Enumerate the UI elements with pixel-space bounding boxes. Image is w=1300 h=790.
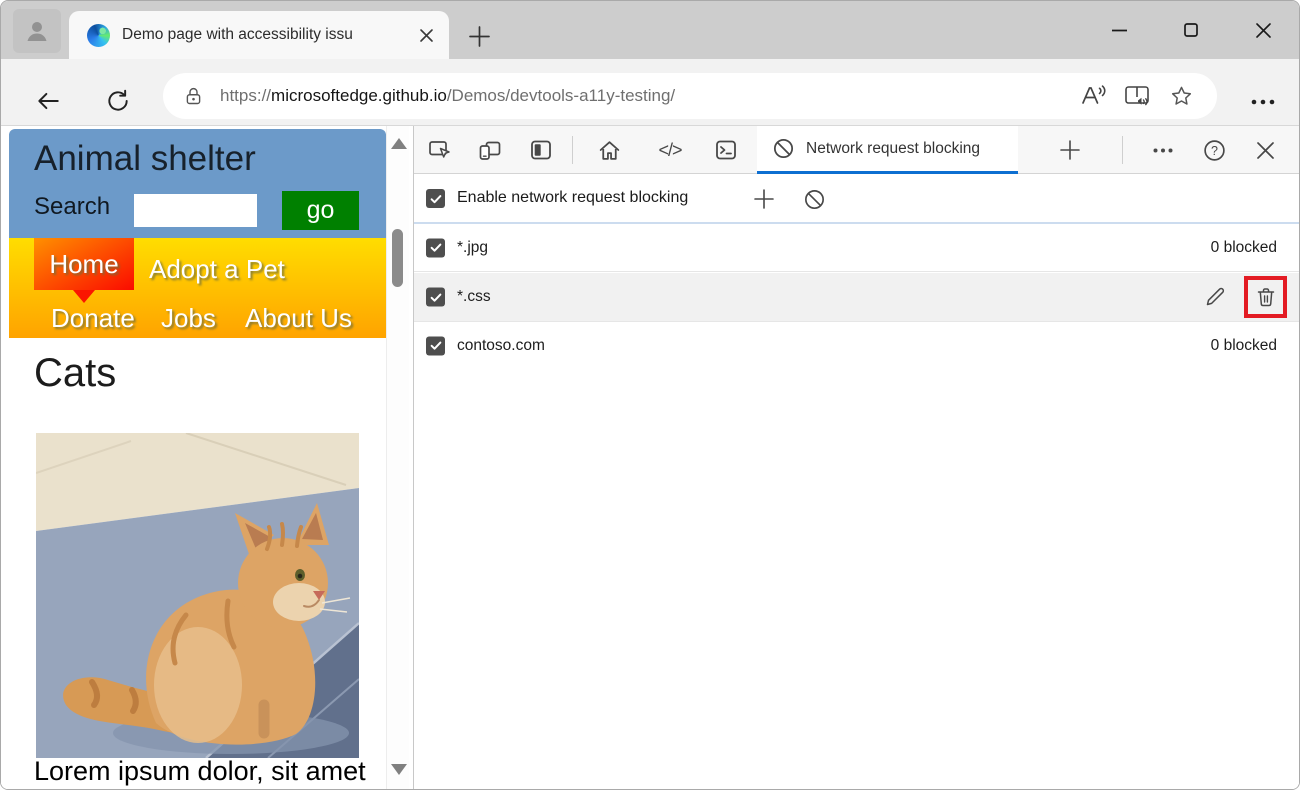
close-devtools-button[interactable] — [1245, 130, 1285, 170]
address-bar[interactable]: https://microsoftedge.github.io/Demos/de… — [163, 73, 1217, 119]
site-nav: Home Adopt a Pet Donate Jobs About Us — [9, 238, 386, 338]
blocked-count: 0 blocked — [1210, 238, 1277, 256]
search-go-button[interactable]: go — [282, 191, 359, 230]
tab-network-request-blocking[interactable]: Network request blocking — [757, 126, 1018, 174]
active-tab-label: Network request blocking — [806, 139, 981, 157]
pattern-text: contoso.com — [457, 336, 545, 354]
pattern-text: *.css — [457, 288, 491, 305]
url-scheme: https:// — [220, 86, 272, 105]
lock-icon[interactable] — [183, 85, 204, 108]
tab-bar: Demo page with accessibility issu — [1, 1, 1299, 59]
scroll-up-icon[interactable] — [391, 138, 407, 149]
back-button[interactable] — [28, 81, 68, 121]
svg-text:?: ? — [1211, 143, 1218, 157]
console-tab-button[interactable] — [706, 130, 746, 170]
window-controls — [1083, 1, 1299, 59]
cat-photo — [36, 433, 359, 758]
address-toolbar: https://microsoftedge.github.io/Demos/de… — [1, 59, 1299, 126]
profile-avatar[interactable] — [13, 9, 61, 53]
demo-page-viewport: Animal shelter Search go Home Adopt a Pe… — [1, 126, 413, 789]
blocking-header-row: Enable network request blocking — [414, 174, 1299, 224]
tab-title: Demo page with accessibility issu — [122, 26, 353, 43]
nav-home-label: Home — [49, 248, 119, 279]
body-text: Lorem ipsum dolor, sit amet — [34, 756, 366, 786]
site-title: Animal shelter — [34, 139, 256, 178]
nav-item-adopt[interactable]: Adopt a Pet — [149, 254, 285, 285]
site-header: Animal shelter Search go — [9, 129, 386, 238]
pattern-text: *.jpg — [457, 238, 489, 256]
scroll-down-icon[interactable] — [391, 764, 407, 775]
edit-pattern-button[interactable] — [1195, 277, 1235, 317]
inspect-element-button[interactable] — [420, 130, 460, 170]
person-icon — [23, 17, 51, 45]
tab-close-icon[interactable] — [413, 22, 439, 48]
nav-item-jobs[interactable]: Jobs — [161, 303, 216, 334]
immersive-reader-icon[interactable] — [1115, 76, 1159, 116]
read-aloud-icon[interactable] — [1071, 76, 1115, 116]
edge-logo-icon — [87, 23, 110, 47]
home-tab-button[interactable] — [589, 130, 629, 170]
elements-tab-button[interactable]: </> — [650, 130, 690, 170]
new-tab-button[interactable] — [461, 21, 497, 51]
remove-all-patterns-button[interactable] — [794, 179, 834, 219]
blocked-count: 0 blocked — [1210, 336, 1277, 354]
settings-more-icon[interactable] — [1241, 85, 1285, 119]
annotation-highlight-box — [1244, 276, 1287, 318]
pattern-checkbox[interactable] — [426, 287, 445, 307]
search-label: Search — [34, 193, 111, 220]
search-input[interactable] — [134, 194, 257, 227]
code-icon: </> — [658, 139, 682, 160]
devtools-panel: </> Network request blocking ? Enable ne… — [413, 126, 1299, 789]
pattern-checkbox[interactable] — [426, 336, 445, 355]
devtools-toolbar: </> Network request blocking ? — [414, 126, 1299, 174]
device-emulation-button[interactable] — [470, 130, 510, 170]
page-scrollbar[interactable] — [386, 126, 409, 789]
enable-blocking-label: Enable network request blocking — [457, 189, 689, 206]
close-window-button[interactable] — [1227, 1, 1299, 59]
browser-tab[interactable]: Demo page with accessibility issu — [69, 11, 449, 59]
favorites-star-icon[interactable] — [1159, 76, 1203, 116]
devtools-more-options-button[interactable] — [1143, 130, 1183, 170]
toolbar-separator — [572, 136, 573, 164]
blocked-pattern-row[interactable]: contoso.com 0 blocked — [414, 321, 1299, 369]
more-tabs-button[interactable] — [1050, 130, 1090, 170]
content-area: Animal shelter Search go Home Adopt a Pe… — [1, 126, 1299, 789]
refresh-button[interactable] — [98, 81, 138, 121]
pattern-checkbox[interactable] — [426, 238, 445, 257]
blocked-pattern-row[interactable]: *.css — [414, 273, 1299, 321]
help-button[interactable]: ? — [1194, 130, 1234, 170]
url-text[interactable]: https://microsoftedge.github.io/Demos/de… — [220, 86, 1071, 106]
blocked-pattern-row[interactable]: *.jpg 0 blocked — [414, 224, 1299, 272]
toolbar-separator — [1122, 136, 1123, 164]
maximize-button[interactable] — [1155, 1, 1227, 59]
cats-heading: Cats — [34, 351, 117, 395]
add-pattern-button[interactable] — [744, 179, 784, 219]
block-icon — [771, 136, 796, 161]
minimize-button[interactable] — [1083, 1, 1155, 59]
nav-item-about[interactable]: About Us — [245, 303, 352, 334]
scrollbar-thumb[interactable] — [392, 229, 403, 287]
dock-side-button[interactable] — [521, 130, 561, 170]
nav-item-home[interactable]: Home — [34, 238, 134, 290]
enable-blocking-checkbox[interactable] — [426, 189, 445, 208]
url-domain: microsoftedge.github.io — [271, 86, 447, 105]
nav-item-donate[interactable]: Donate — [51, 303, 135, 334]
browser-window: Demo page with accessibility issu https:… — [0, 0, 1300, 790]
url-path: /Demos/devtools-a11y-testing/ — [446, 86, 676, 105]
